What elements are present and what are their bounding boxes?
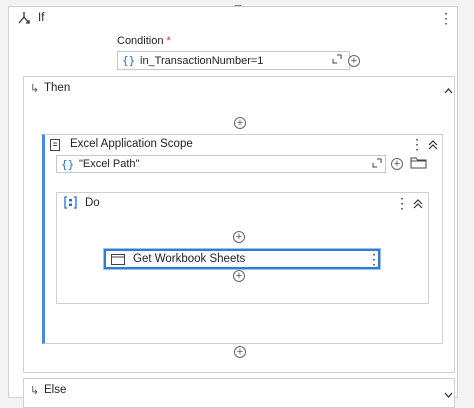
- do-add-bottom-plus-icon[interactable]: +: [233, 270, 245, 282]
- do-title: Do: [85, 197, 100, 209]
- condition-field[interactable]: {} in_TransactionNumber=1: [117, 51, 350, 70]
- excel-path-add-plus-icon[interactable]: +: [391, 158, 403, 170]
- do-add-top-plus-icon[interactable]: +: [233, 231, 245, 243]
- else-block: ↳ Else: [23, 378, 455, 408]
- activity-title: Get Workbook Sheets: [133, 253, 246, 265]
- if-menu-kebab-icon[interactable]: ⋮: [439, 11, 453, 25]
- excel-scope-icon: [50, 139, 60, 154]
- then-add-plus-icon[interactable]: +: [234, 117, 246, 129]
- do-block: Do ⋮ + Get Workbook Sheets ⋮ +: [56, 192, 429, 304]
- excel-application-scope[interactable]: Excel Application Scope ⋮ {} "Excel Path…: [42, 134, 443, 344]
- do-sequence-icon: [64, 196, 77, 212]
- then-add-bottom-plus-icon[interactable]: +: [234, 346, 246, 358]
- then-arrow-icon: ↳: [30, 83, 40, 95]
- condition-add-plus-icon[interactable]: +: [348, 55, 360, 67]
- else-title: Else: [44, 384, 67, 396]
- browse-folder-icon[interactable]: [410, 156, 427, 172]
- excel-path-field[interactable]: {} "Excel Path": [56, 155, 386, 173]
- activity-menu-kebab-icon[interactable]: ⋮: [367, 252, 381, 266]
- expand-editor-icon[interactable]: [332, 54, 342, 67]
- if-icon: [17, 11, 31, 25]
- excel-scope-title: Excel Application Scope: [70, 138, 193, 150]
- then-block: ↳ Then + Excel Application Scope ⋮ {} "E…: [23, 76, 455, 373]
- condition-label-text: Condition: [117, 35, 164, 47]
- workbook-activity-icon: [111, 254, 125, 268]
- expand-editor-icon[interactable]: [372, 158, 382, 171]
- then-title: Then: [44, 82, 71, 94]
- excel-path-value[interactable]: "Excel Path": [79, 158, 139, 170]
- required-marker: *: [166, 35, 171, 47]
- get-workbook-sheets-activity[interactable]: Get Workbook Sheets ⋮: [104, 249, 381, 269]
- if-title: If: [38, 12, 45, 24]
- do-collapse-icon[interactable]: [413, 198, 423, 212]
- expression-brace-icon: {}: [61, 158, 75, 171]
- do-menu-kebab-icon[interactable]: ⋮: [395, 196, 409, 210]
- then-collapse-chevron-icon[interactable]: [444, 83, 453, 97]
- else-expand-chevron-icon[interactable]: [444, 387, 453, 401]
- condition-value[interactable]: in_TransactionNumber=1: [140, 55, 263, 67]
- condition-label: Condition *: [117, 35, 171, 47]
- expression-brace-icon: {}: [122, 54, 136, 67]
- else-arrow-icon: ↳: [30, 385, 40, 397]
- excel-scope-menu-kebab-icon[interactable]: ⋮: [410, 137, 424, 151]
- if-activity[interactable]: If ⋮ Condition * {} in_TransactionNumber…: [8, 6, 458, 408]
- excel-scope-collapse-icon[interactable]: [428, 139, 438, 153]
